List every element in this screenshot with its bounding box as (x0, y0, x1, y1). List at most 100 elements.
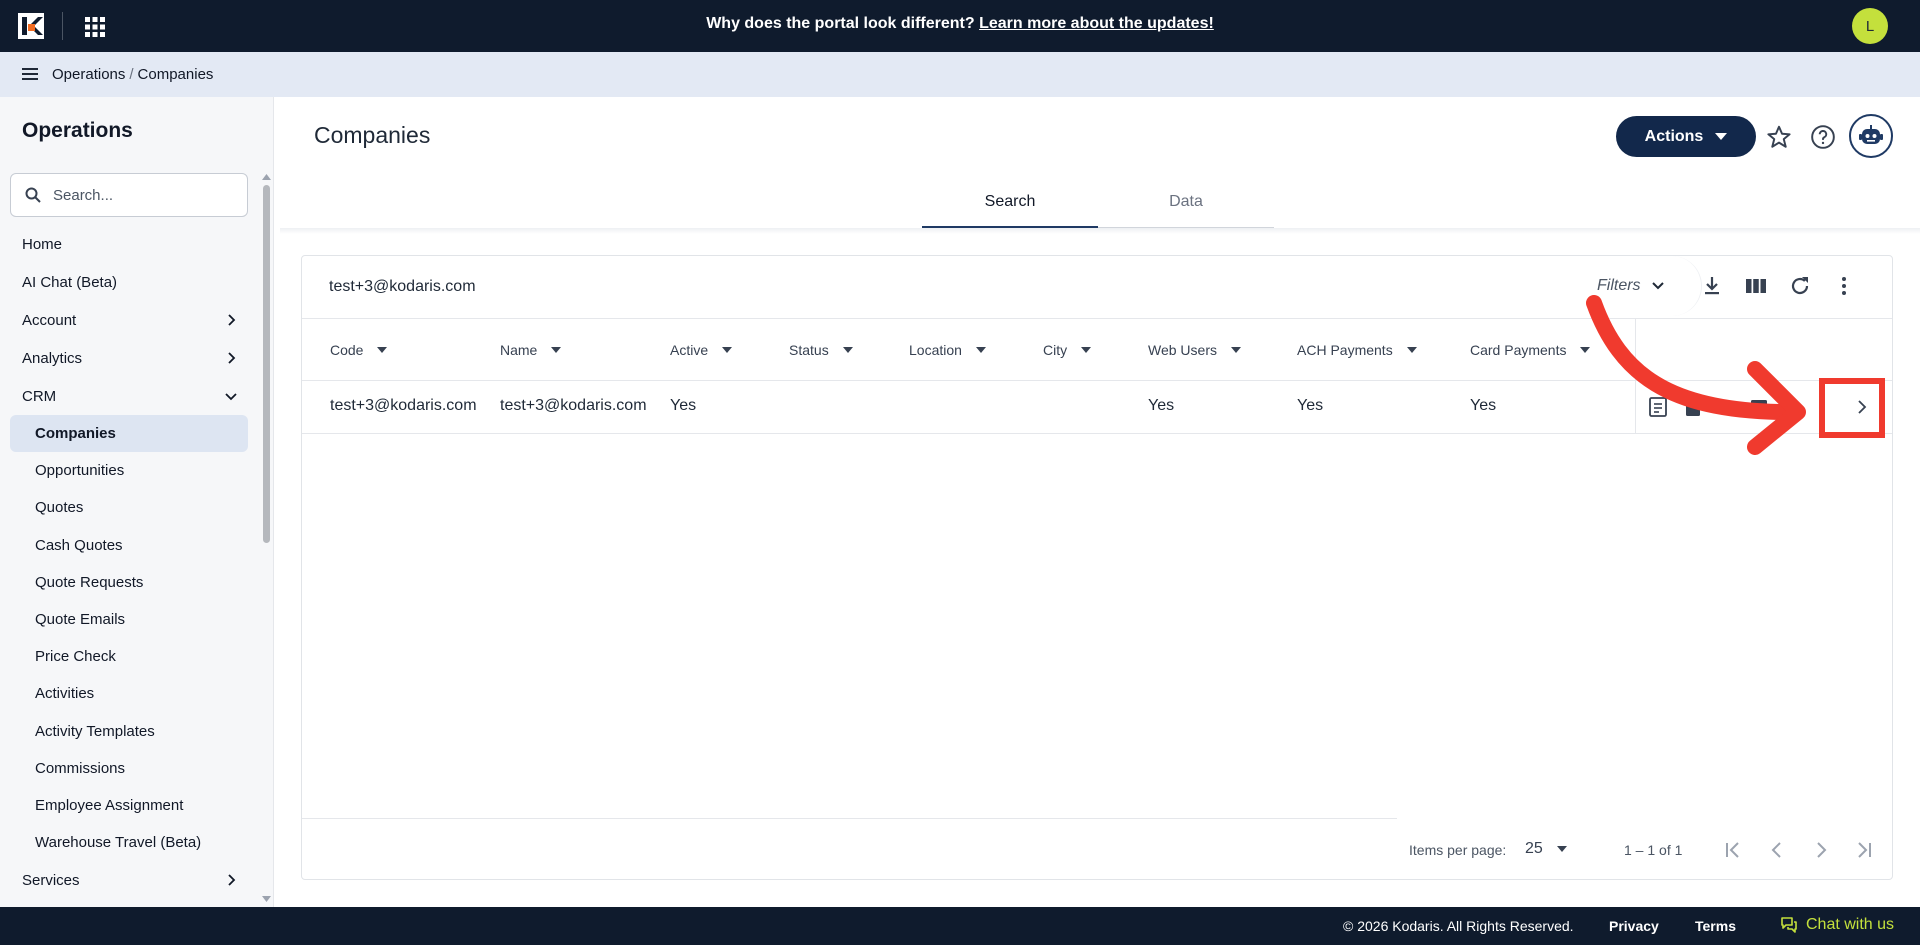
chat-with-us-button[interactable]: Chat with us (1780, 916, 1894, 934)
header-divider (302, 318, 1892, 319)
sidebar-item-home[interactable]: Home (0, 225, 260, 263)
ai-assistant-button[interactable] (1849, 114, 1893, 158)
sidebar-item-quote-emails[interactable]: Quote Emails (0, 601, 260, 638)
column-header-label: Active (670, 342, 709, 358)
caret-down-icon (1715, 132, 1728, 140)
help-icon[interactable] (1810, 124, 1836, 150)
cell-web-users: Yes (1148, 397, 1175, 414)
items-per-page-select[interactable]: 25 (1525, 840, 1567, 858)
annotation-highlight-box (1819, 378, 1885, 438)
sidebar-item-label: Services (22, 871, 80, 889)
cell-card-payments: Yes (1470, 397, 1497, 414)
refresh-icon[interactable] (1788, 274, 1812, 298)
columns-icon[interactable] (1744, 274, 1768, 298)
hamburger-menu-icon[interactable] (20, 65, 40, 83)
caret-down-icon (1556, 846, 1567, 852)
header-shadow (280, 228, 1920, 234)
companies-grid: test+3@kodaris.com Filters Code Name Act… (301, 255, 1893, 880)
sidebar-item-services[interactable]: Services (0, 861, 260, 899)
sort-caret-icon (842, 347, 853, 353)
sidebar-item-activity-templates[interactable]: Activity Templates (0, 713, 260, 750)
actions-button[interactable]: Actions (1616, 116, 1756, 157)
column-header-name[interactable]: Name (500, 342, 562, 358)
sidebar-item-price-check[interactable]: Price Check (0, 638, 260, 675)
filters-button[interactable]: Filters (1577, 256, 1702, 316)
cell-name: test+3@kodaris.com (500, 397, 647, 414)
tab-data[interactable]: Data (1098, 184, 1274, 228)
sort-caret-icon (1081, 347, 1092, 353)
clipboard-icon[interactable] (1682, 396, 1704, 418)
sidebar-item-companies[interactable]: Companies (10, 415, 248, 453)
sidebar-item-opportunities[interactable]: Opportunities (0, 452, 260, 489)
column-header-web-users[interactable]: Web Users (1148, 342, 1241, 358)
breadcrumb-parent[interactable]: Operations (52, 66, 125, 83)
sidebar-item-quotes[interactable]: Quotes (0, 489, 260, 526)
chevron-down-icon (225, 393, 237, 401)
sidebar-item-label: AI Chat (Beta) (22, 273, 118, 291)
scroll-down-arrow-icon[interactable] (261, 895, 272, 903)
sidebar-search (10, 173, 248, 217)
cell-code: test+3@kodaris.com (330, 397, 477, 414)
banner-link[interactable]: Learn more about the updates! (979, 15, 1214, 32)
tab-search[interactable]: Search (922, 184, 1098, 228)
sidebar-item-cash-quotes[interactable]: Cash Quotes (0, 527, 260, 564)
footer: © 2026 Kodaris. All Rights Reserved. Pri… (0, 907, 1920, 945)
column-header-label: Status (789, 342, 829, 358)
column-header-card-payments[interactable]: Card Payments (1470, 342, 1591, 358)
scroll-up-arrow-icon[interactable] (261, 173, 272, 181)
column-header-city[interactable]: City (1043, 342, 1092, 358)
sidebar-scrollbar[interactable] (263, 185, 270, 543)
sidebar-item-warehouse-travel[interactable]: Warehouse Travel (Beta) (0, 824, 260, 861)
sidebar-item-activities[interactable]: Activities (0, 675, 260, 712)
sidebar-item-analytics[interactable]: Analytics (0, 339, 260, 377)
sidebar-item-ai-chat[interactable]: AI Chat (Beta) (0, 263, 260, 301)
card-icon[interactable] (1715, 396, 1737, 418)
column-header-status[interactable]: Status (789, 342, 853, 358)
last-page-icon[interactable] (1852, 838, 1876, 862)
sidebar-item-crm[interactable]: CRM (0, 377, 260, 415)
footer-copyright: © 2026 Kodaris. All Rights Reserved. (1343, 918, 1574, 934)
next-page-icon[interactable] (1809, 838, 1833, 862)
footer-privacy-link[interactable]: Privacy (1609, 918, 1659, 934)
chat-icon (1781, 917, 1797, 933)
column-header-location[interactable]: Location (909, 342, 986, 358)
cell-active: Yes (670, 397, 697, 414)
sidebar-item-label: Quotes (35, 499, 84, 517)
sidebar-item-label: Quote Requests (35, 573, 144, 591)
star-icon[interactable] (1766, 124, 1792, 150)
sidebar-item-label: Activity Templates (35, 722, 155, 740)
sidebar-title: Operations (22, 119, 133, 142)
sidebar-item-label: Account (22, 311, 77, 329)
chevron-right-icon (228, 874, 236, 886)
sidebar-item-employee-assignment[interactable]: Employee Assignment (0, 787, 260, 824)
banner-text: Why does the portal look different? (706, 15, 975, 32)
sidebar-item-commissions[interactable]: Commissions (0, 750, 260, 787)
sidebar-search-input[interactable] (53, 184, 233, 206)
document-icon[interactable] (1647, 396, 1669, 418)
calendar-icon[interactable] (1748, 396, 1770, 418)
first-page-icon[interactable] (1721, 838, 1745, 862)
sort-caret-icon (1580, 347, 1591, 353)
download-icon[interactable] (1700, 274, 1724, 298)
sidebar-item-account[interactable]: Account (0, 301, 260, 339)
sidebar-item-label: CRM (22, 387, 57, 405)
more-vertical-icon[interactable] (1832, 274, 1856, 298)
column-header-active[interactable]: Active (670, 342, 733, 358)
row-more-icon[interactable] (1778, 396, 1800, 418)
actions-button-label: Actions (1644, 127, 1704, 145)
sort-caret-icon (1406, 347, 1417, 353)
items-per-page-label: Items per page: (1409, 842, 1507, 858)
user-avatar[interactable]: L (1852, 8, 1888, 44)
update-banner: Why does the portal look different? Lear… (0, 15, 1920, 33)
search-icon (25, 187, 41, 203)
column-header-ach-payments[interactable]: ACH Payments (1297, 342, 1417, 358)
previous-page-icon[interactable] (1765, 838, 1789, 862)
breadcrumb-separator: / (129, 66, 134, 83)
column-header-label: Name (500, 342, 538, 358)
column-header-code[interactable]: Code (330, 342, 388, 358)
sidebar-item-quote-requests[interactable]: Quote Requests (0, 564, 260, 601)
column-header-label: Web Users (1148, 342, 1217, 358)
footer-terms-link[interactable]: Terms (1695, 918, 1736, 934)
sidebar-item-label: Commissions (35, 759, 126, 777)
grid-search-value[interactable]: test+3@kodaris.com (329, 278, 476, 296)
